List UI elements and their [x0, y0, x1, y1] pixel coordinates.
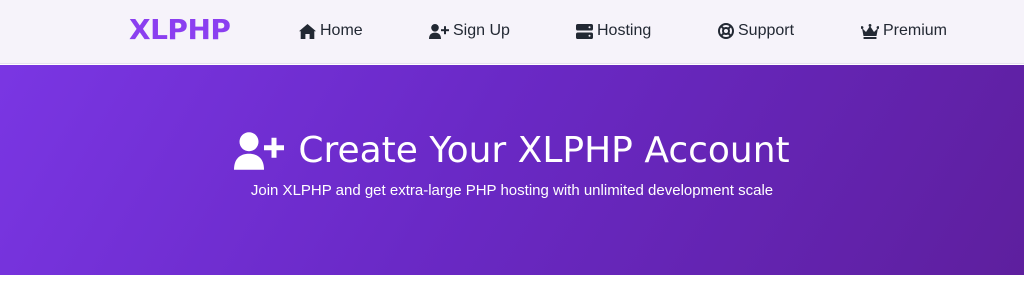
- top-navbar: XLPHP Home Sign Up Hosting Support Premi…: [0, 0, 1024, 64]
- nav-link-support-label: Support: [738, 22, 795, 39]
- nav-link-premium-label: Premium: [883, 22, 948, 39]
- life-ring-icon: [718, 23, 734, 39]
- nav-link-hosting[interactable]: Hosting: [576, 20, 651, 42]
- page-title-text: Create Your XLPHP Account: [298, 130, 790, 171]
- brand-logo[interactable]: XLPHP: [129, 13, 231, 47]
- hero-banner: Create Your XLPHP Account Join XLPHP and…: [0, 65, 1024, 275]
- page-title: Create Your XLPHP Account: [0, 129, 1024, 173]
- nav-link-home[interactable]: Home: [299, 20, 363, 42]
- crown-icon: [861, 23, 879, 39]
- server-icon: [576, 23, 593, 39]
- home-icon: [299, 23, 316, 39]
- user-plus-icon: [234, 132, 285, 170]
- nav-link-home-label: Home: [320, 22, 363, 39]
- user-plus-icon: [429, 23, 449, 39]
- nav-link-sign-up-label: Sign Up: [453, 22, 510, 39]
- nav-link-sign-up[interactable]: Sign Up: [429, 20, 510, 42]
- nav-link-support[interactable]: Support: [718, 20, 794, 42]
- nav-link-hosting-label: Hosting: [597, 22, 652, 39]
- page-subtitle: Join XLPHP and get extra-large PHP hosti…: [250, 182, 774, 199]
- nav-link-premium[interactable]: Premium: [861, 20, 947, 42]
